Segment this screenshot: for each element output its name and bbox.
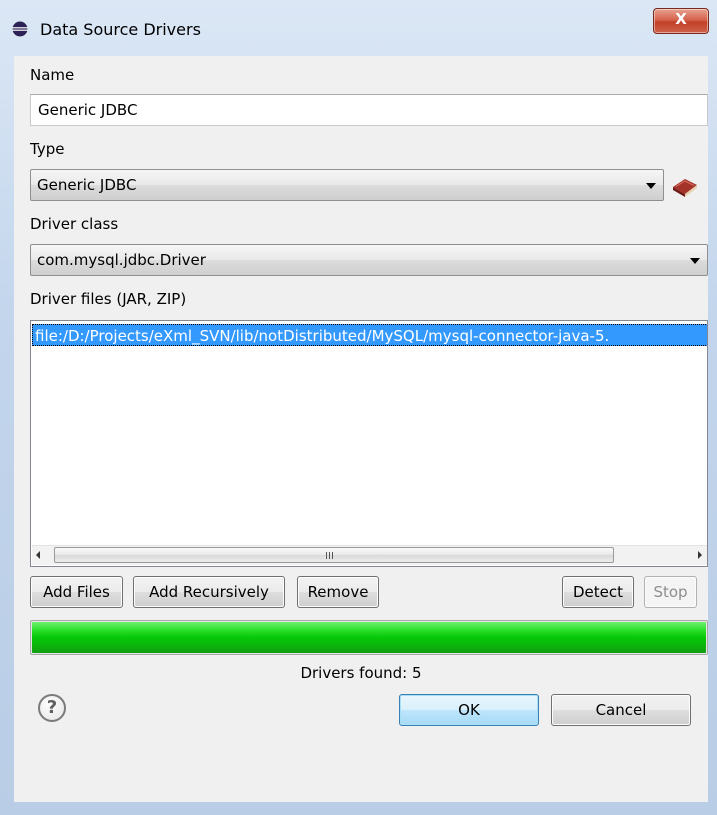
add-files-button[interactable]: Add Files — [30, 576, 123, 608]
add-recursively-button[interactable]: Add Recursively — [133, 576, 285, 608]
list-item[interactable]: file:/D:/Projects/eXml_SVN/lib/notDistri… — [32, 324, 707, 346]
stop-button[interactable]: Stop — [644, 576, 697, 608]
driver-class-dropdown[interactable]: com.mysql.jdbc.Driver — [30, 244, 708, 276]
type-label: Type — [30, 140, 65, 158]
driver-class-value: com.mysql.jdbc.Driver — [37, 251, 206, 269]
title-bar[interactable]: Data Source Drivers X — [0, 0, 717, 56]
ok-button[interactable]: OK — [399, 694, 539, 726]
name-field[interactable]: Generic JDBC — [30, 94, 708, 126]
progress-fill — [32, 622, 706, 653]
cancel-button[interactable]: Cancel — [551, 694, 691, 726]
dialog-window: Data Source Drivers X Name Generic JDBC … — [0, 0, 717, 815]
close-icon: X — [675, 10, 687, 28]
window-title: Data Source Drivers — [40, 20, 201, 39]
type-dropdown[interactable]: Generic JDBC — [30, 169, 664, 201]
scrollbar-thumb[interactable] — [54, 547, 614, 563]
chevron-down-icon — [646, 183, 656, 189]
name-label: Name — [30, 66, 75, 84]
grip-icon — [326, 552, 335, 559]
progress-bar — [30, 620, 708, 655]
eclipse-icon — [12, 21, 28, 37]
help-icon[interactable]: ? — [38, 694, 66, 722]
drivers-found-status: Drivers found: 5 — [300, 664, 422, 682]
chevron-down-icon — [690, 258, 700, 264]
scroll-left-icon[interactable] — [36, 551, 40, 559]
horizontal-scrollbar[interactable] — [32, 545, 707, 565]
close-button[interactable]: X — [653, 8, 709, 34]
type-dropdown-value: Generic JDBC — [37, 176, 137, 194]
book-icon[interactable] — [670, 173, 700, 199]
detect-button[interactable]: Detect — [562, 576, 634, 608]
remove-button[interactable]: Remove — [297, 576, 379, 608]
dialog-client-area: Name Generic JDBC Type Generic JDBC Driv… — [14, 56, 708, 802]
driver-files-label: Driver files (JAR, ZIP) — [30, 290, 187, 308]
driver-files-list[interactable]: file:/D:/Projects/eXml_SVN/lib/notDistri… — [30, 320, 708, 567]
driver-class-label: Driver class — [30, 215, 119, 233]
scroll-right-icon[interactable] — [698, 551, 702, 559]
